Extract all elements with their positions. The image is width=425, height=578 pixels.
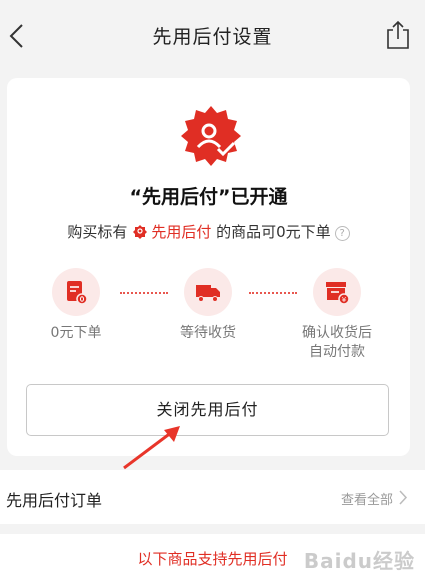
status-card: “先用后付”已开通 购买标有 先用后付 的商品可0元下单? ¥ 0元下单 等待收… <box>7 78 410 456</box>
desc-suffix: 的商品可0元下单 <box>216 223 331 241</box>
step-label: 确认收货后 自动付款 <box>302 325 372 360</box>
pay-later-badge-icon <box>181 106 241 166</box>
view-all-link[interactable]: 查看全部 <box>341 489 393 508</box>
close-pay-later-button[interactable]: 关闭先用后付 <box>26 384 389 436</box>
annotation-arrow-icon <box>123 426 180 470</box>
pay-later-orders-row[interactable]: 先用后付订单 查看全部 <box>0 470 425 524</box>
step-label: 0元下单 <box>50 325 102 341</box>
activation-status: “先用后付”已开通 <box>129 186 288 208</box>
step-connector <box>120 292 168 294</box>
help-icon[interactable]: ? <box>334 226 350 241</box>
delivery-truck-icon <box>184 268 232 316</box>
zero-yuan-order-icon <box>52 268 100 316</box>
page-title: 先用后付设置 <box>152 26 273 48</box>
watermark: Baidu经验 <box>303 549 415 573</box>
step-label: 等待收货 <box>180 325 236 341</box>
desc-brand: 先用后付 <box>151 223 212 241</box>
mini-badge-icon <box>133 225 148 239</box>
pay-later-description: 购买标有 先用后付 的商品可0元下单? <box>7 221 410 242</box>
share-icon[interactable] <box>385 20 411 50</box>
top-nav-bar: 先用后付设置 <box>0 0 425 70</box>
svg-text:¥: ¥ <box>342 296 347 304</box>
auto-pay-box-icon: ¥ <box>313 268 361 316</box>
step-connector <box>249 292 297 294</box>
chevron-right-icon <box>399 490 408 505</box>
desc-prefix: 购买标有 <box>67 223 128 241</box>
orders-label: 先用后付订单 <box>6 491 103 510</box>
